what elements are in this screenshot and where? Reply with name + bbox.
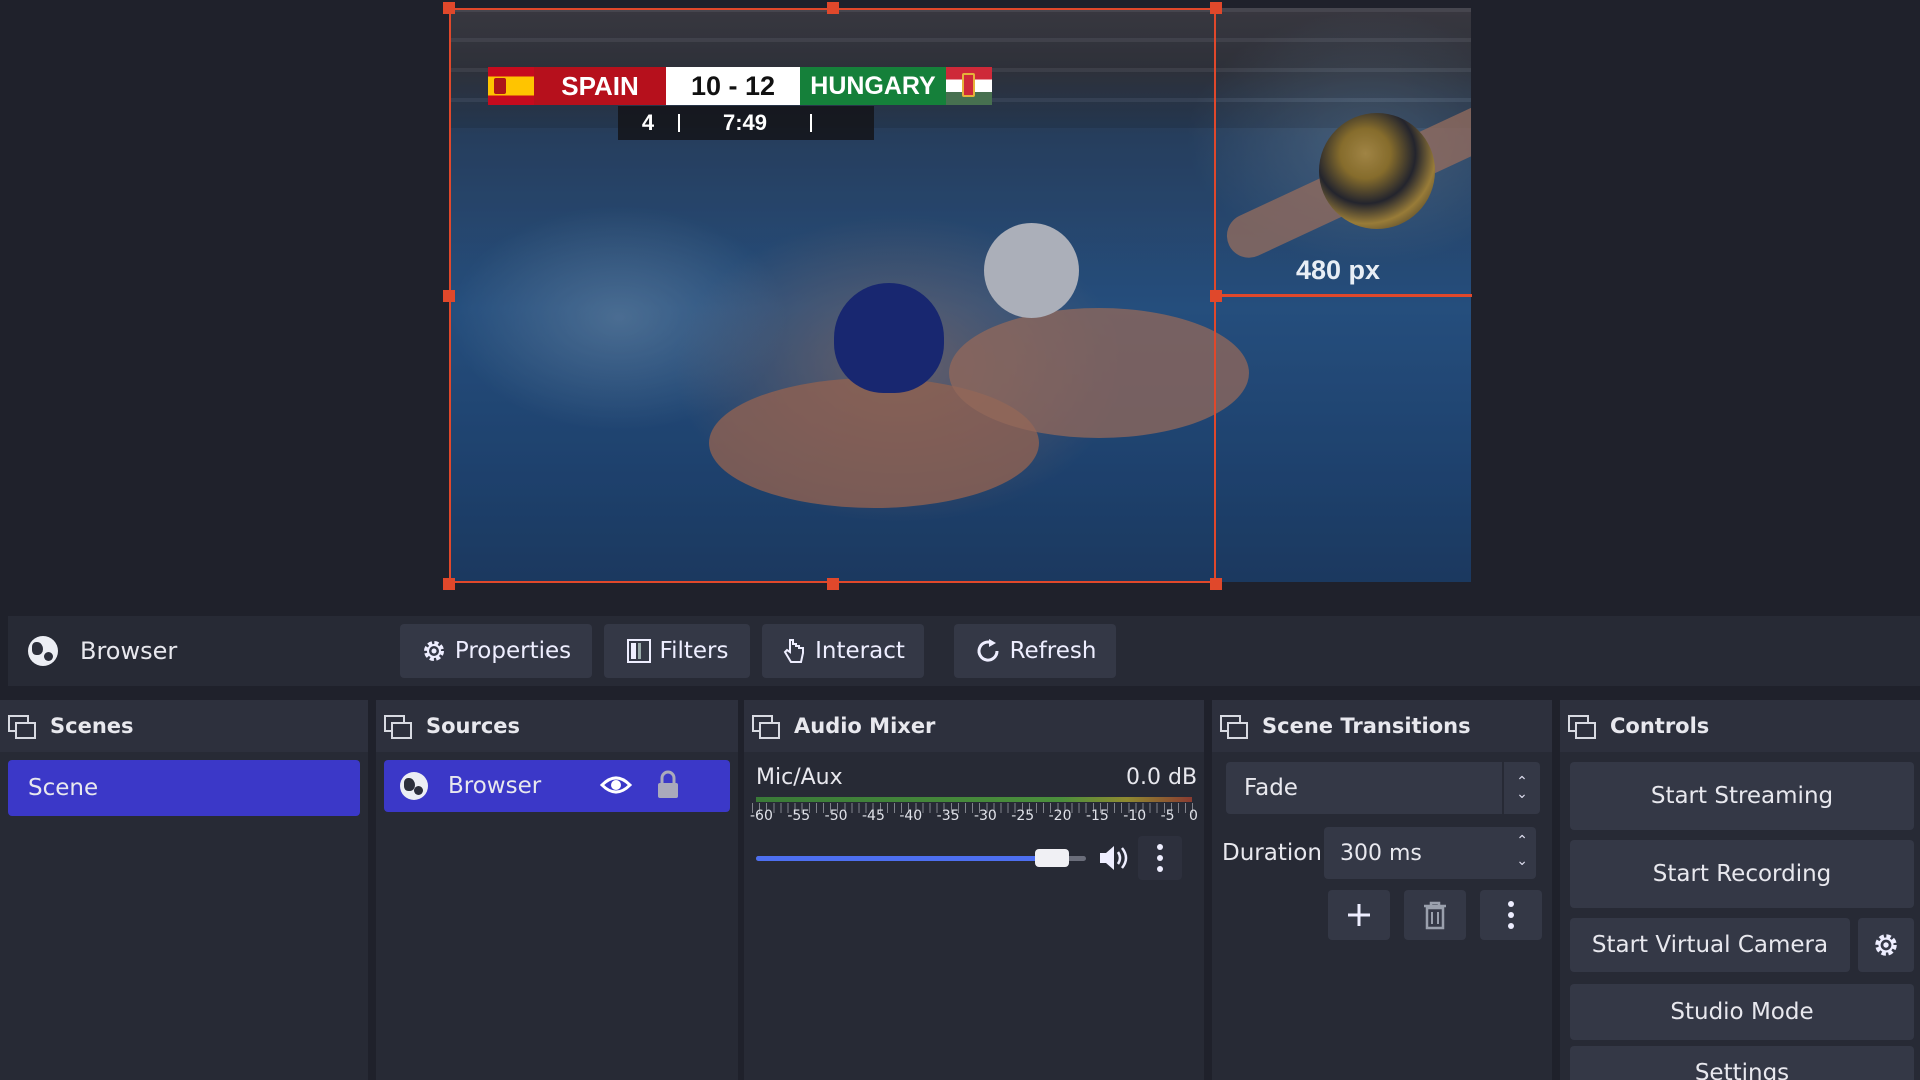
interact-label: Interact <box>815 638 905 664</box>
hand-pointer-icon <box>783 639 805 663</box>
browser-source-icon <box>400 772 428 800</box>
meter-tick-label: -15 <box>1085 808 1109 824</box>
dock-undock-icon[interactable] <box>8 715 36 739</box>
scenes-dock-title: Scenes <box>50 714 134 738</box>
selection-box[interactable] <box>449 8 1216 583</box>
controls-header: Controls <box>1560 700 1920 752</box>
volume-slider-fill <box>756 856 1043 861</box>
dock-undock-icon[interactable] <box>1220 715 1248 739</box>
source-list-item[interactable]: Browser <box>384 760 730 812</box>
current-source: Browser <box>28 616 177 686</box>
refresh-button[interactable]: Refresh <box>954 624 1116 678</box>
distance-guide-line <box>1216 294 1472 297</box>
meter-tick-label: -30 <box>973 808 997 824</box>
distance-label: 480 px <box>1296 255 1381 285</box>
duration-label: Duration <box>1222 840 1322 866</box>
transition-select[interactable]: Fade ⌃ ⌄ <box>1226 762 1540 814</box>
start-virtual-camera-button[interactable]: Start Virtual Camera <box>1570 918 1850 972</box>
resize-handle-top[interactable] <box>827 2 839 14</box>
spin-arrows-icon[interactable]: ⌃ ⌄ <box>1516 831 1528 871</box>
meter-tick-label: -55 <box>787 808 811 824</box>
obs-window: SPAIN 10 - 12 HUNGARY 4 7:49 480 px Brow… <box>0 0 1920 1080</box>
resize-handle-left[interactable] <box>443 290 455 302</box>
audio-channel-name: Mic/Aux <box>756 765 843 790</box>
scenes-dock-header: Scenes <box>0 700 368 752</box>
sources-dock: Sources <box>376 700 738 1080</box>
refresh-icon <box>977 639 999 662</box>
sources-dock-title: Sources <box>426 714 521 738</box>
volume-slider-handle[interactable] <box>1034 849 1069 867</box>
preview-area[interactable]: SPAIN 10 - 12 HUNGARY 4 7:49 480 px <box>0 0 1920 604</box>
settings-label: Settings <box>1694 1060 1790 1080</box>
meter-tick-label: -60 <box>750 808 773 824</box>
dock-undock-icon[interactable] <box>1568 715 1596 739</box>
resize-handle-bottom-left[interactable] <box>443 578 455 590</box>
resize-handle-top-left[interactable] <box>443 2 455 14</box>
filters-button[interactable]: Filters <box>604 624 750 678</box>
meter-tick-label: -45 <box>861 808 885 824</box>
meter-tick-label: -25 <box>1011 808 1035 824</box>
current-source-name: Browser <box>80 637 178 665</box>
scenes-dock: Scenes <box>0 700 368 1080</box>
source-item-label: Browser <box>448 773 542 799</box>
duration-spinbox[interactable]: 300 ms ⌃ ⌄ <box>1324 827 1536 879</box>
browser-source-icon <box>28 636 58 666</box>
trash-icon <box>1424 901 1446 930</box>
dock-undock-icon[interactable] <box>384 715 412 739</box>
meter-tick-label: -10 <box>1123 808 1147 824</box>
scene-transitions-title: Scene Transitions <box>1262 714 1471 738</box>
refresh-label: Refresh <box>1009 638 1097 664</box>
audio-mixer-dock: Audio Mixer <box>744 700 1204 1080</box>
meter-tick-label: -20 <box>1048 808 1072 824</box>
lock-icon[interactable] <box>656 770 680 800</box>
transition-menu-kebab-icon[interactable] <box>1480 890 1542 940</box>
duration-value: 300 ms <box>1340 840 1422 866</box>
sources-dock-header: Sources <box>376 700 738 752</box>
meter-tick-labels: -60 -55 -50 -45 -40 -35 -30 -25 -20 -15 … <box>750 808 1198 824</box>
audio-mixer-header: Audio Mixer <box>744 700 1204 752</box>
start-virtual-camera-label: Start Virtual Camera <box>1591 932 1829 958</box>
controls-title: Controls <box>1610 714 1710 738</box>
meter-tick-label: -35 <box>936 808 960 824</box>
speaker-icon[interactable] <box>1098 843 1130 873</box>
scene-transitions-header: Scene Transitions <box>1212 700 1552 752</box>
meter-tick-label: -40 <box>899 808 923 824</box>
resize-handle-bottom[interactable] <box>827 578 839 590</box>
properties-label: Properties <box>454 638 572 664</box>
start-streaming-label: Start Streaming <box>1650 783 1834 809</box>
scene-list-item[interactable]: Scene <box>8 760 360 816</box>
select-arrows-icon: ⌃ ⌄ <box>1502 762 1540 814</box>
filters-icon <box>626 639 651 663</box>
meter-tick-label: -5 <box>1160 808 1175 824</box>
volume-meter <box>756 797 1192 802</box>
start-recording-label: Start Recording <box>1652 861 1832 887</box>
mixer-menu-kebab-icon[interactable] <box>1138 836 1182 880</box>
plus-icon <box>1348 904 1370 926</box>
gear-icon <box>423 641 444 661</box>
studio-mode-button[interactable]: Studio Mode <box>1570 984 1914 1040</box>
start-recording-button[interactable]: Start Recording <box>1570 840 1914 908</box>
visibility-eye-icon[interactable] <box>600 773 632 797</box>
resize-handle-top-right[interactable] <box>1210 2 1222 14</box>
filters-label: Filters <box>659 638 729 664</box>
meter-tick-label: 0 <box>1189 808 1198 824</box>
transition-select-value: Fade <box>1244 775 1298 801</box>
meter-tick-label: -50 <box>824 808 848 824</box>
interact-button[interactable]: Interact <box>762 624 924 678</box>
virtual-camera-settings-button[interactable] <box>1858 918 1914 972</box>
resize-handle-bottom-right[interactable] <box>1210 578 1222 590</box>
properties-button[interactable]: Properties <box>400 624 592 678</box>
start-streaming-button[interactable]: Start Streaming <box>1570 762 1914 830</box>
studio-mode-label: Studio Mode <box>1670 999 1814 1025</box>
settings-button[interactable]: Settings <box>1570 1046 1914 1080</box>
dock-undock-icon[interactable] <box>752 715 780 739</box>
remove-transition-button[interactable] <box>1404 890 1466 940</box>
audio-level-readout: 0.0 dB <box>1126 765 1198 790</box>
gear-icon <box>1875 934 1897 956</box>
audio-mixer-title: Audio Mixer <box>794 714 936 738</box>
add-transition-button[interactable] <box>1328 890 1390 940</box>
scene-item-label: Scene <box>28 775 99 801</box>
